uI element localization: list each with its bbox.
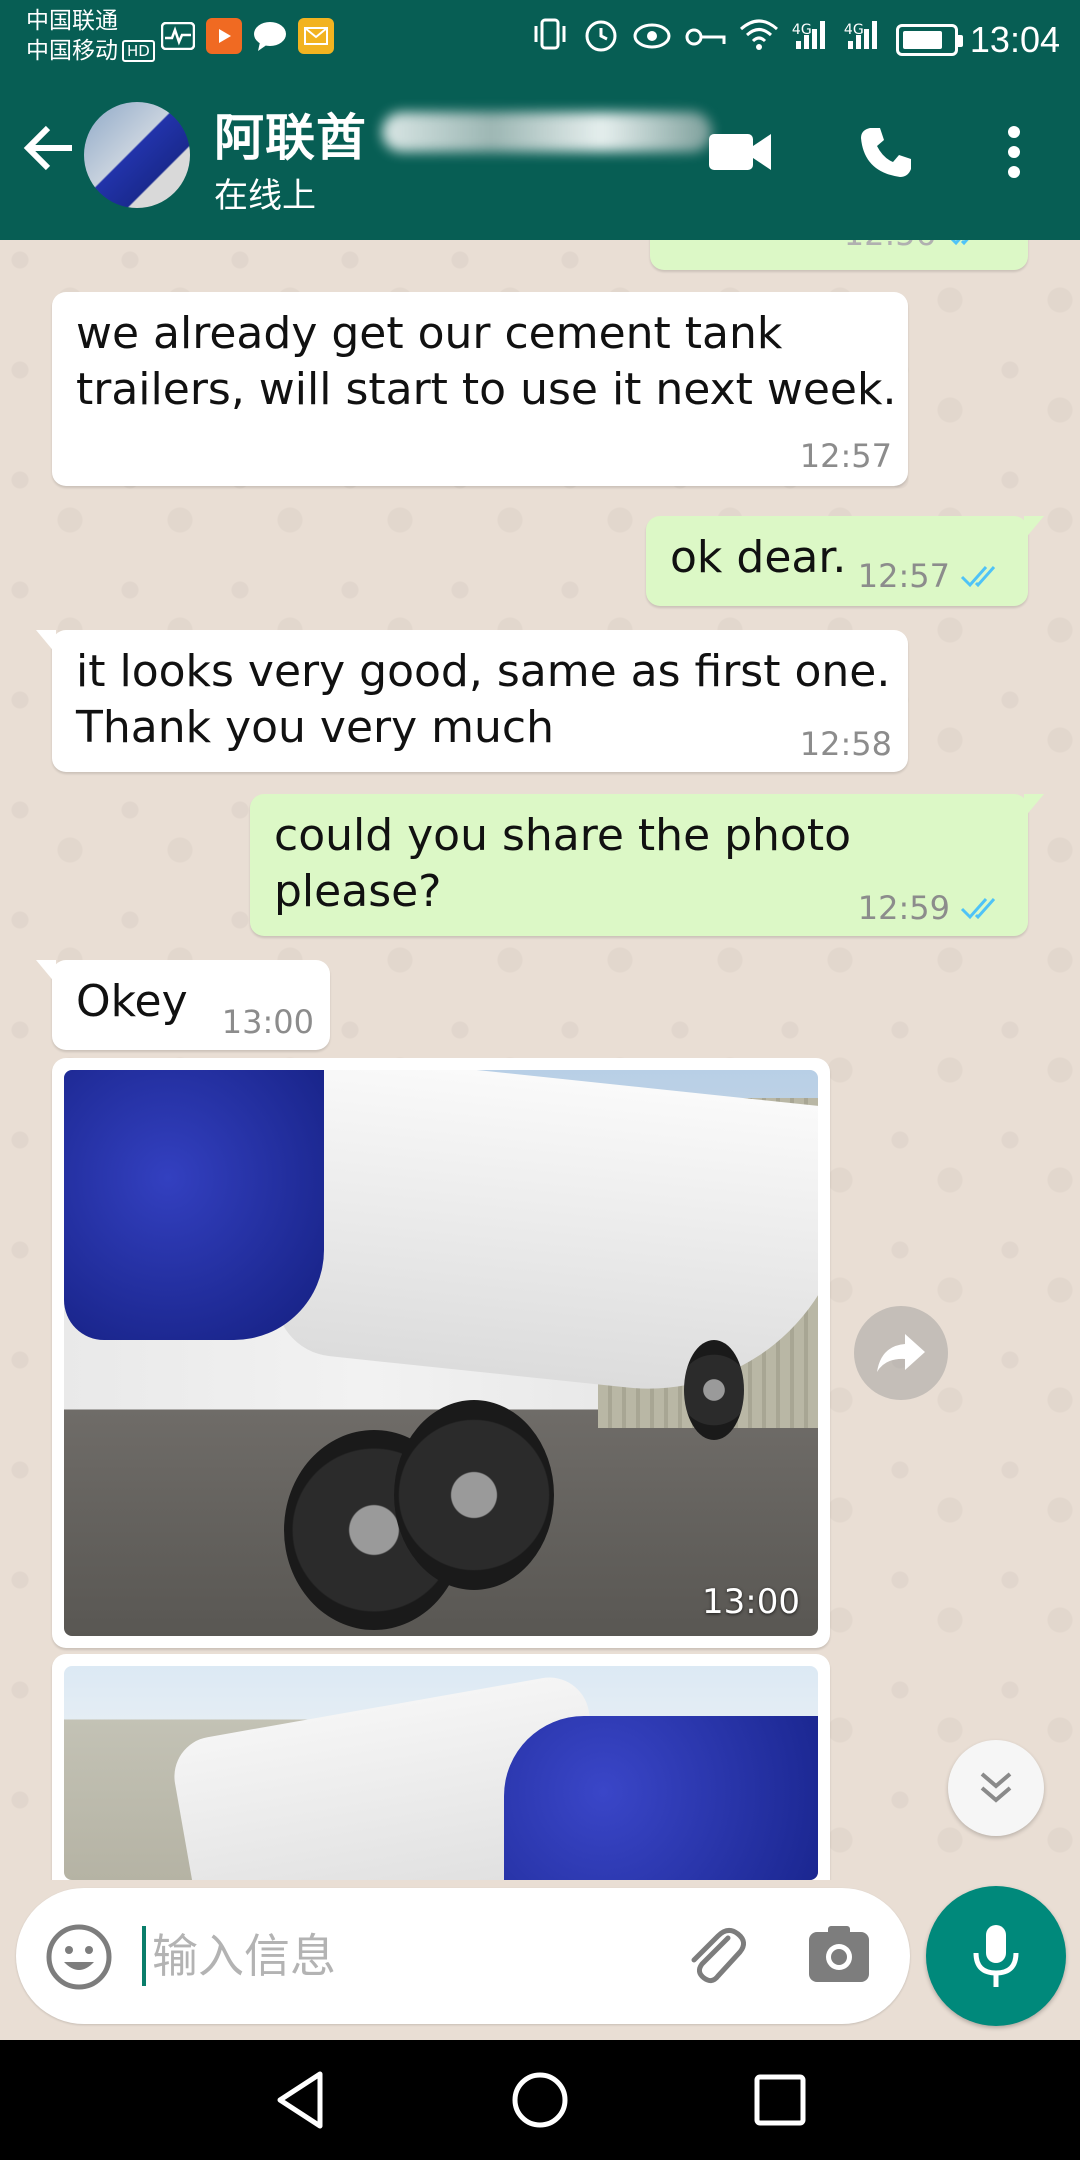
chat-area[interactable]: 12:56 we already get our cement tank tra… <box>0 240 1080 1880</box>
message-time: 12:59 <box>857 889 950 927</box>
nav-back-icon <box>277 2071 323 2129</box>
message-line: trailers, will start to use it next week… <box>76 364 897 415</box>
nav-home-button[interactable] <box>500 2060 580 2140</box>
message-meta: 12:57 <box>800 436 892 476</box>
status-right: 4G 4G 13:04 <box>530 14 1060 66</box>
attach-icon <box>691 1928 746 1984</box>
double-chevron-down-icon <box>980 1772 1012 1803</box>
photo-tarp <box>504 1716 818 1880</box>
hd-badge: HD <box>122 40 155 62</box>
more-options-icon <box>1008 126 1020 178</box>
read-ticks-icon <box>960 566 996 588</box>
camera-button[interactable] <box>806 1922 872 1988</box>
message-bubble[interactable]: it looks very good, same as first one. T… <box>36 630 908 772</box>
message-meta: 12:58 <box>800 724 892 764</box>
message-meta: 12:59 <box>858 888 1006 928</box>
more-options-button[interactable] <box>974 112 1054 192</box>
message-line: we already get our cement tank <box>76 308 783 359</box>
photo-tarp <box>64 1070 324 1340</box>
status-time: 13:04 <box>969 19 1060 60</box>
carrier-2: 中国移动 <box>26 38 118 64</box>
mail-icon <box>298 18 334 54</box>
nav-recents-button[interactable] <box>740 2060 820 2140</box>
composer <box>16 1888 910 2024</box>
video-app-icon <box>206 18 242 54</box>
vibrate-icon <box>530 14 570 66</box>
network-label-2: 4G <box>843 22 864 38</box>
emoji-icon <box>46 1924 112 1990</box>
back-button[interactable] <box>18 118 78 178</box>
video-call-icon <box>709 134 771 170</box>
chat-header: 阿联酋 在线上 <box>0 72 1080 240</box>
carrier-1: 中国联通 <box>26 8 118 34</box>
message-meta: 12:57 <box>858 556 1006 596</box>
nav-recents-icon <box>754 2074 806 2126</box>
message-time: 13:00 <box>221 1003 314 1041</box>
message-meta: 12:56 <box>844 240 992 254</box>
back-arrow-icon <box>23 125 72 171</box>
text-caret <box>142 1926 146 1986</box>
system-nav-bar <box>0 2040 1080 2160</box>
alarm-icon <box>582 15 620 65</box>
message-line: Thank you very much <box>76 702 554 753</box>
signal-icon-1: 4G <box>792 17 832 63</box>
photo-wheel <box>684 1340 744 1440</box>
attach-button[interactable] <box>676 1916 756 1996</box>
message-bubble[interactable]: Okey 13:00 <box>36 960 330 1050</box>
photo-time: 13:00 <box>702 1582 800 1622</box>
emoji-button[interactable] <box>44 1922 114 1992</box>
read-ticks-icon <box>950 240 969 246</box>
message-input[interactable] <box>152 1916 642 1996</box>
notification-icons <box>160 18 334 54</box>
scroll-to-bottom-button[interactable] <box>948 1740 1044 1836</box>
network-label-1: 4G <box>791 22 812 38</box>
message-text: ok dear. <box>670 532 847 583</box>
message-text: we already get our cement tank trailers,… <box>76 306 896 418</box>
forward-button[interactable] <box>854 1306 948 1400</box>
message-bubble[interactable]: we already get our cement tank trailers,… <box>52 292 908 486</box>
activity-icon <box>160 18 196 54</box>
avatar[interactable] <box>84 102 190 208</box>
status-bar: 中国联通 中国移动 HD 4G 4G 13:04 <box>0 0 1080 72</box>
message-time: 12:57 <box>799 437 892 475</box>
eye-icon <box>632 18 672 62</box>
key-icon <box>684 19 726 61</box>
mic-icon <box>973 1925 1019 1987</box>
video-call-button[interactable] <box>700 112 780 192</box>
photo-cement-trailer-2[interactable] <box>64 1666 818 1880</box>
message-time: 12:57 <box>857 557 950 595</box>
forward-icon <box>877 1334 925 1372</box>
contact-name[interactable]: 阿联酋 <box>214 98 367 170</box>
message-text: it looks very good, same as first one. T… <box>76 644 890 756</box>
voice-call-button[interactable] <box>846 112 926 192</box>
message-bubble[interactable]: could you share the photo please? 12:59 <box>250 794 1044 936</box>
nav-back-button[interactable] <box>262 2060 342 2140</box>
contact-status: 在线上 <box>214 176 316 216</box>
message-time: 12:58 <box>799 725 892 763</box>
signal-icon-2: 4G <box>844 17 884 63</box>
nav-home-icon <box>512 2072 568 2128</box>
read-ticks-icon <box>960 898 996 920</box>
carrier-info: 中国联通 中国移动 HD <box>26 6 155 66</box>
message-bubble[interactable]: ok dear. 12:57 <box>646 516 1044 606</box>
voice-call-icon <box>861 128 911 177</box>
photo-cement-trailer-1[interactable]: 13:00 <box>64 1070 818 1636</box>
message-line: it looks very good, same as first one. <box>76 646 891 697</box>
chat-bubble-icon <box>252 18 288 54</box>
wifi-icon <box>738 17 780 63</box>
redacted-name <box>382 112 712 152</box>
mic-button[interactable] <box>926 1886 1066 2026</box>
message-time: 12:56 <box>844 240 936 254</box>
photo-wheel <box>394 1400 554 1590</box>
camera-icon <box>809 1926 869 1982</box>
battery-icon <box>895 24 963 56</box>
message-bubble-partial[interactable]: 12:56 <box>650 240 1028 270</box>
message-text: Okey <box>76 976 188 1027</box>
message-meta: 13:00 <box>222 1002 314 1042</box>
